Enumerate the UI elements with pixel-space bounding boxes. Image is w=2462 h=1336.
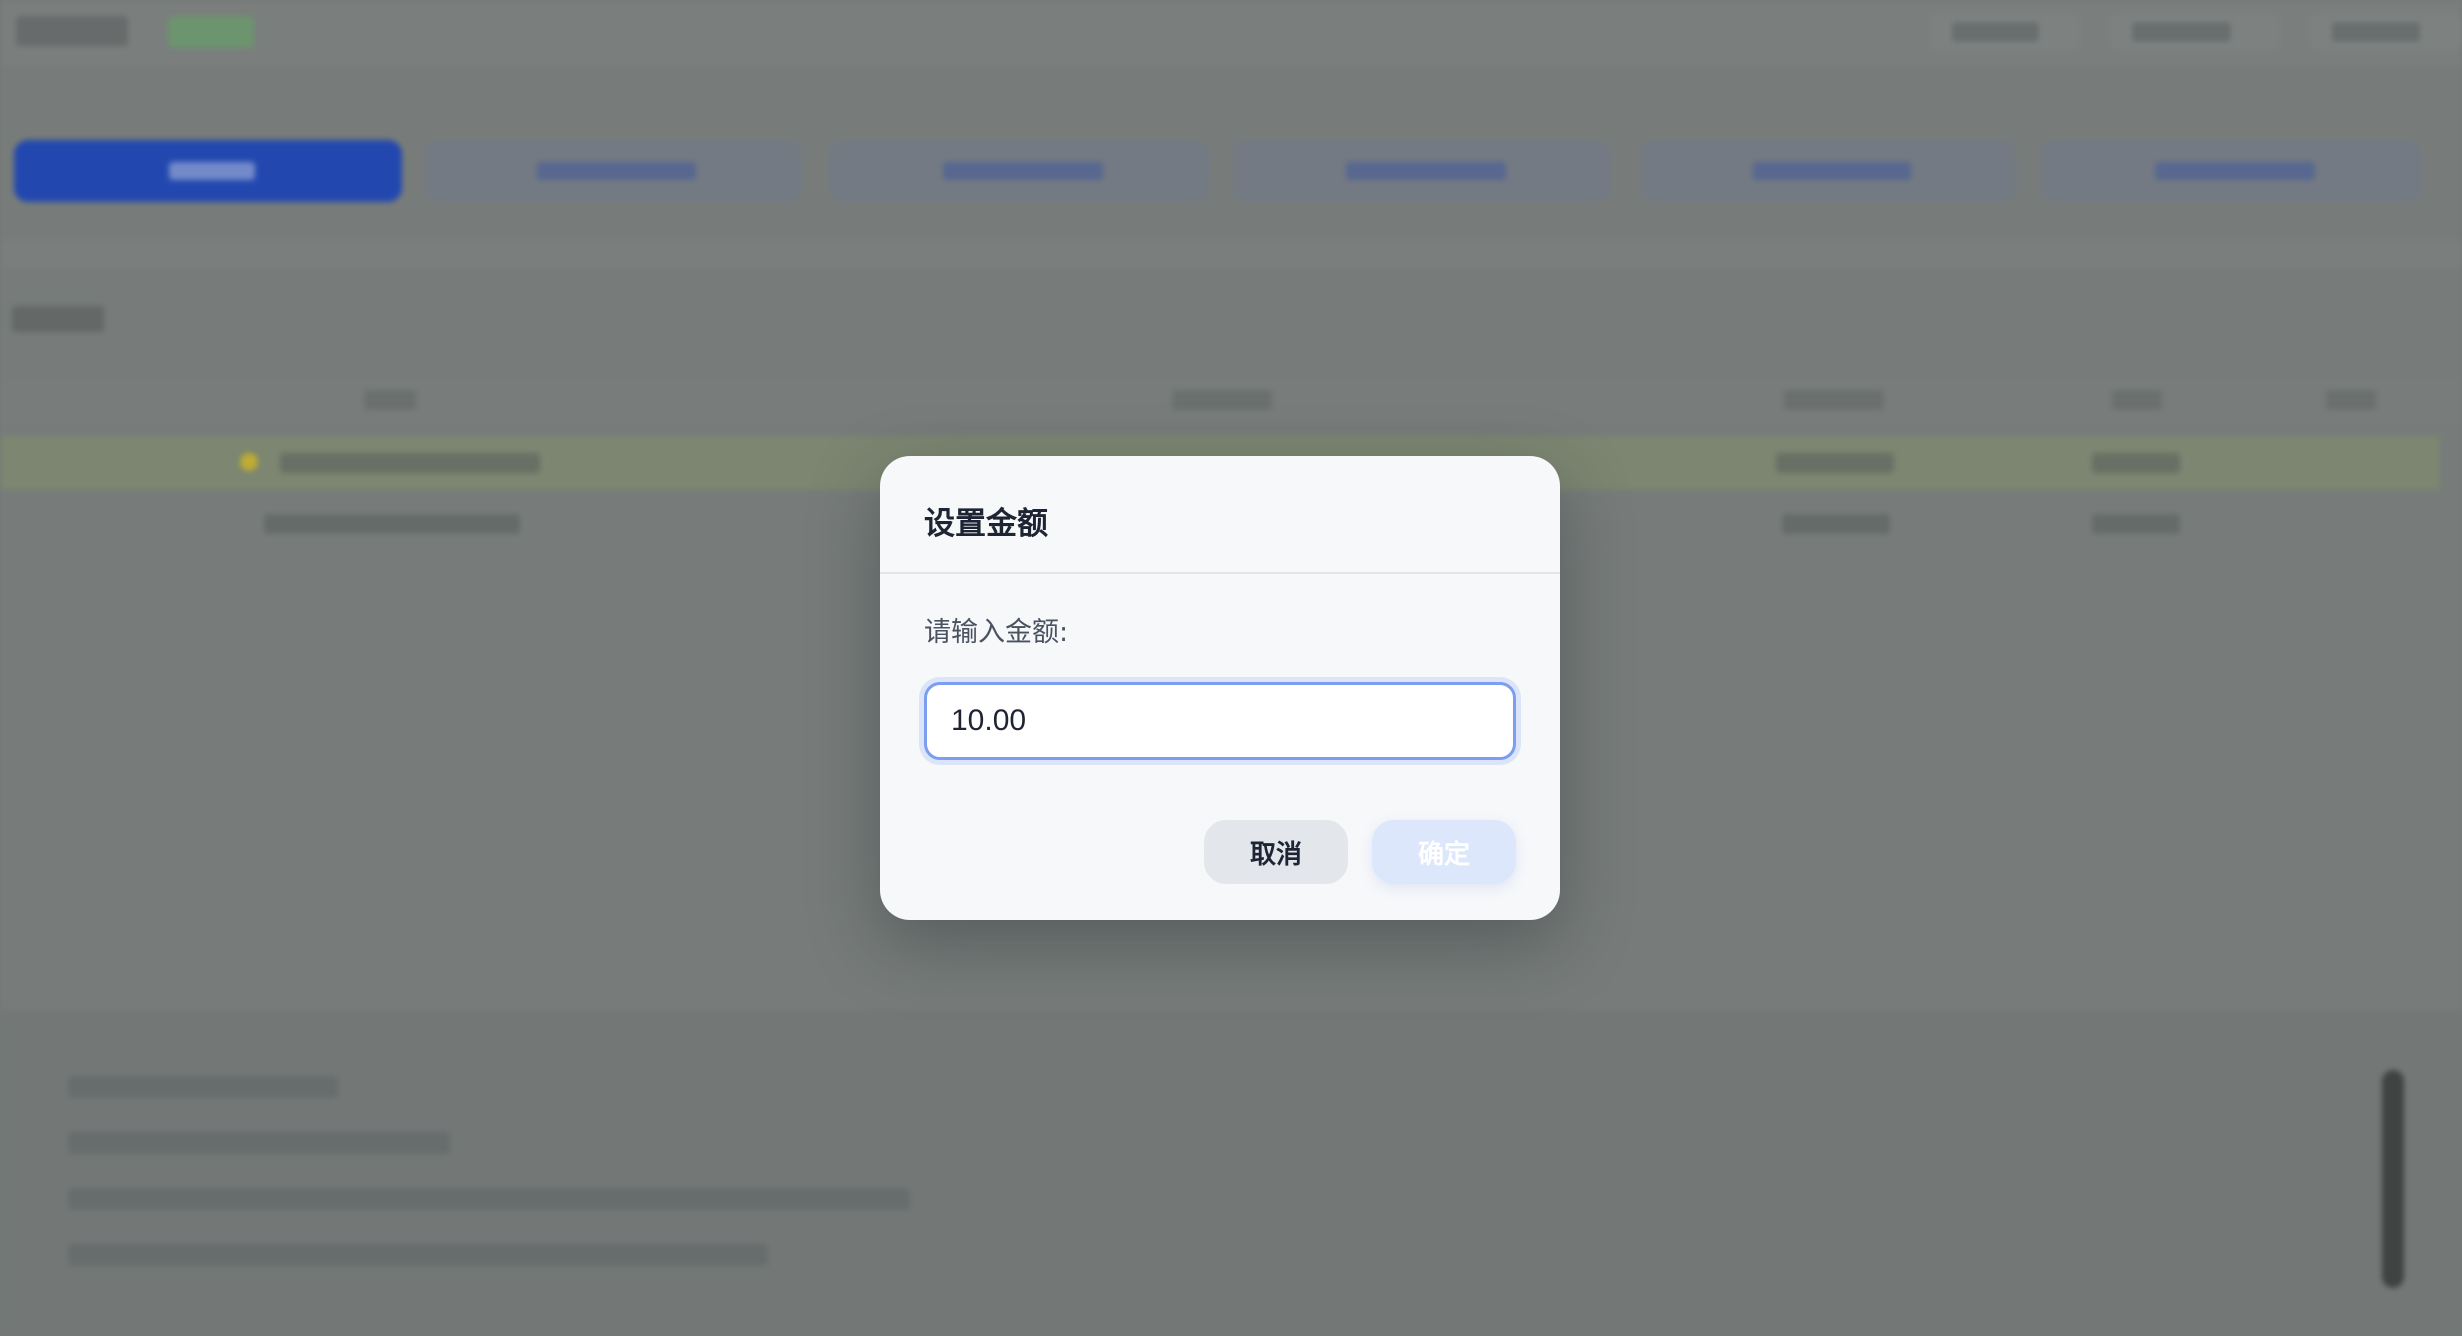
- amount-input[interactable]: [924, 682, 1516, 760]
- dialog-header: 设置金额: [880, 456, 1560, 574]
- amount-prompt-label: 请输入金额:: [924, 617, 1069, 648]
- dialog-title: 设置金额: [924, 506, 1048, 542]
- set-amount-dialog: 设置金额 请输入金额: 取消 确定: [880, 456, 1560, 920]
- confirm-button[interactable]: 确定: [1372, 820, 1516, 884]
- cancel-button[interactable]: 取消: [1204, 820, 1348, 884]
